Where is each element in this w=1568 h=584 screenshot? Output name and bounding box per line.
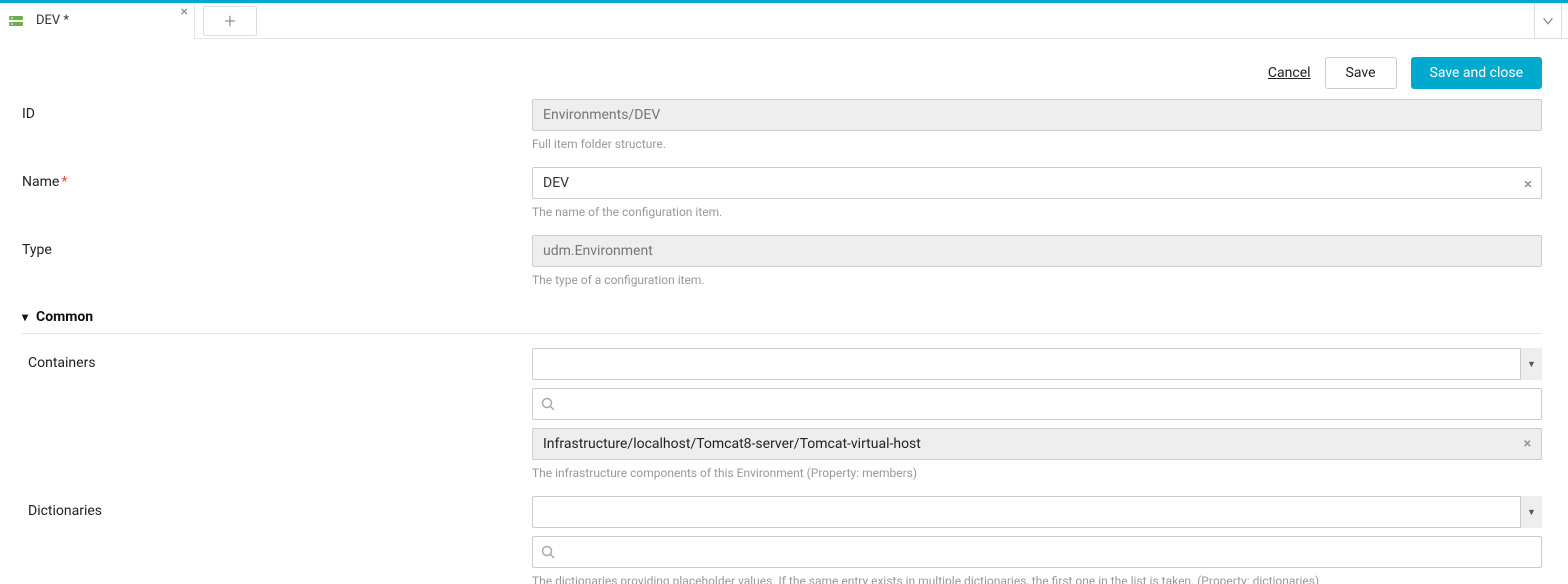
- field-row-containers: Containers ▼ Infrastructure/localhost/To…: [22, 348, 1542, 480]
- type-help: The type of a configuration item.: [532, 273, 1542, 287]
- containers-help: The infrastructure components of this En…: [532, 466, 1542, 480]
- action-bar: Cancel Save Save and close: [0, 39, 1568, 99]
- save-and-close-button[interactable]: Save and close: [1411, 57, 1543, 89]
- dictionaries-label: Dictionaries: [22, 496, 532, 519]
- section-header-common[interactable]: ▾ Common: [22, 303, 1542, 334]
- name-input[interactable]: [532, 167, 1542, 199]
- tab-active[interactable]: DEV * ×: [0, 3, 195, 39]
- save-button[interactable]: Save: [1325, 57, 1397, 89]
- dictionaries-help: The dictionaries providing placeholder v…: [532, 574, 1542, 584]
- container-chip: Infrastructure/localhost/Tomcat8-server/…: [532, 428, 1542, 460]
- dictionaries-select[interactable]: [532, 496, 1542, 528]
- id-help: Full item folder structure.: [532, 137, 1542, 151]
- chevron-down-icon: ▾: [22, 310, 28, 324]
- field-row-type: Type The type of a configuration item.: [22, 235, 1542, 287]
- config-form: ID Full item folder structure. Name* × T…: [0, 99, 1568, 584]
- name-label: Name*: [22, 167, 532, 190]
- containers-search-input[interactable]: [532, 388, 1542, 420]
- containers-label: Containers: [22, 348, 532, 371]
- field-row-id: ID Full item folder structure.: [22, 99, 1542, 151]
- containers-select[interactable]: [532, 348, 1542, 380]
- id-input: [532, 99, 1542, 131]
- required-indicator: *: [61, 174, 67, 190]
- cancel-link[interactable]: Cancel: [1268, 65, 1311, 81]
- dictionaries-search-input[interactable]: [532, 536, 1542, 568]
- container-chip-label: Infrastructure/localhost/Tomcat8-server/…: [543, 436, 921, 452]
- search-icon: [541, 544, 555, 563]
- environment-icon: [8, 13, 30, 29]
- remove-icon[interactable]: ×: [1524, 436, 1531, 452]
- add-tab-button[interactable]: +: [203, 6, 257, 36]
- search-icon: [541, 396, 555, 415]
- field-row-name: Name* × The name of the configuration it…: [22, 167, 1542, 219]
- field-row-dictionaries: Dictionaries ▼ The dictionaries providin…: [22, 496, 1542, 584]
- tab-bar: ⋮⋮ DEV * × +: [0, 3, 1568, 39]
- tab-title: DEV *: [36, 13, 69, 28]
- name-help: The name of the configuration item.: [532, 205, 1542, 219]
- close-icon[interactable]: ×: [181, 5, 188, 19]
- type-label: Type: [22, 235, 532, 258]
- chevron-down-icon: [1541, 14, 1555, 28]
- clear-icon[interactable]: ×: [1524, 175, 1532, 193]
- tabs-dropdown-button[interactable]: [1534, 3, 1562, 39]
- type-input: [532, 235, 1542, 267]
- id-label: ID: [22, 99, 532, 122]
